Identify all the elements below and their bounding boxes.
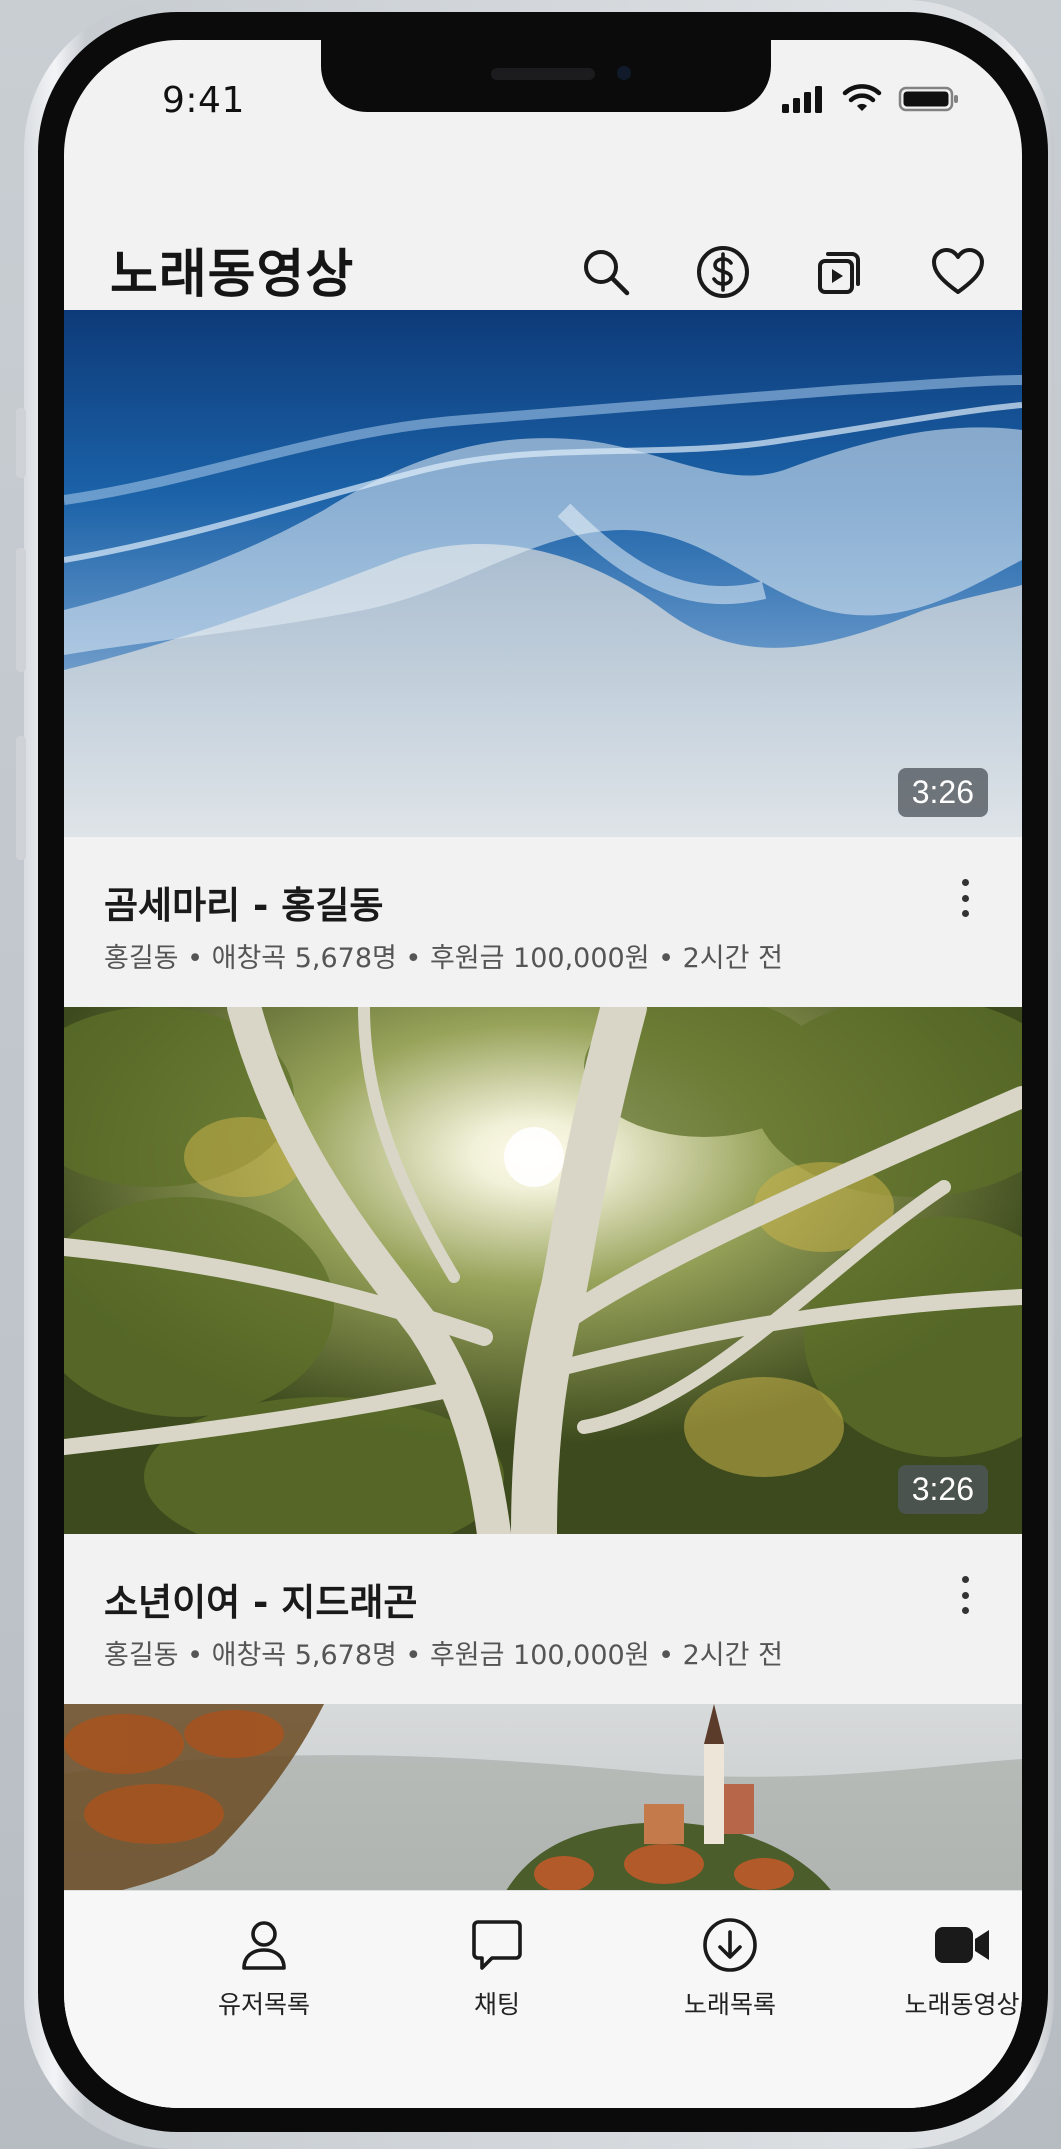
tab-label: 노래목록 [683, 1990, 776, 2019]
tab-chat[interactable]: 채팅 [377, 1915, 617, 2021]
more-options-icon[interactable] [950, 873, 980, 923]
earpiece-speaker [491, 68, 595, 80]
video-thumbnail[interactable]: 3:26 [64, 1007, 1022, 1534]
tree-sunlight-image [64, 1007, 1022, 1534]
bottom-tab-bar: 유저목록 채팅 노래목록 노래동영상 [64, 1890, 1022, 2108]
phone-volume-down [16, 736, 26, 860]
cellular-signal-icon [782, 86, 822, 113]
video-meta: 홍길동 • 애창곡 5,678명 • 후원금 100,000원 • 2시간 전 [104, 943, 783, 974]
battery-icon [898, 86, 958, 112]
phone-screen: 9:41 노래동영상 3:26 곰세마리 - 홍길동 홍길동 • 애창곡 5,6… [64, 40, 1022, 2108]
phone-volume-up [16, 548, 26, 672]
tab-label: 유저목록 [217, 1990, 310, 2019]
tab-song-video[interactable]: 노래동영상 [842, 1915, 1022, 2021]
video-duration: 3:26 [897, 768, 988, 817]
video-info[interactable]: 곰세마리 - 홍길동 홍길동 • 애창곡 5,678명 • 후원금 100,00… [64, 837, 1022, 1007]
dollar-icon[interactable] [691, 240, 755, 304]
tab-song-list[interactable]: 노래목록 [610, 1915, 850, 2021]
page-title: 노래동영상 [110, 245, 355, 305]
tab-label: 노래동영상 [904, 1990, 1020, 2019]
download-circle-icon [703, 1918, 757, 1972]
ocean-waves-image [64, 310, 1022, 837]
video-duration: 3:26 [897, 1465, 988, 1514]
video-thumbnail[interactable]: 3:26 [64, 310, 1022, 837]
user-icon [242, 1921, 286, 1970]
tab-label: 채팅 [473, 1990, 520, 2019]
video-info[interactable]: 소년이여 - 지드래곤 홍길동 • 애창곡 5,678명 • 후원금 100,0… [64, 1534, 1022, 1704]
video-meta: 홍길동 • 애창곡 5,678명 • 후원금 100,000원 • 2시간 전 [104, 1640, 783, 1671]
wifi-icon [842, 84, 882, 111]
phone-silent-switch [16, 408, 26, 478]
playlist-icon[interactable] [808, 240, 872, 304]
video-feed: 3:26 곰세마리 - 홍길동 홍길동 • 애창곡 5,678명 • 후원금 1… [64, 310, 1022, 2108]
chat-bubble-icon [472, 1920, 522, 1970]
tab-user-list[interactable]: 유저목록 [144, 1915, 384, 2021]
search-icon[interactable] [574, 240, 638, 304]
status-time: 9:41 [162, 80, 245, 121]
video-title[interactable]: 소년이여 - 지드래곤 [104, 1572, 417, 1626]
notch [321, 40, 771, 112]
heart-icon[interactable] [926, 240, 990, 304]
more-options-icon[interactable] [950, 1570, 980, 1620]
status-icons [780, 84, 960, 114]
video-camera-icon [935, 1927, 989, 1963]
front-camera [617, 66, 631, 80]
video-title[interactable]: 곰세마리 - 홍길동 [104, 875, 383, 929]
